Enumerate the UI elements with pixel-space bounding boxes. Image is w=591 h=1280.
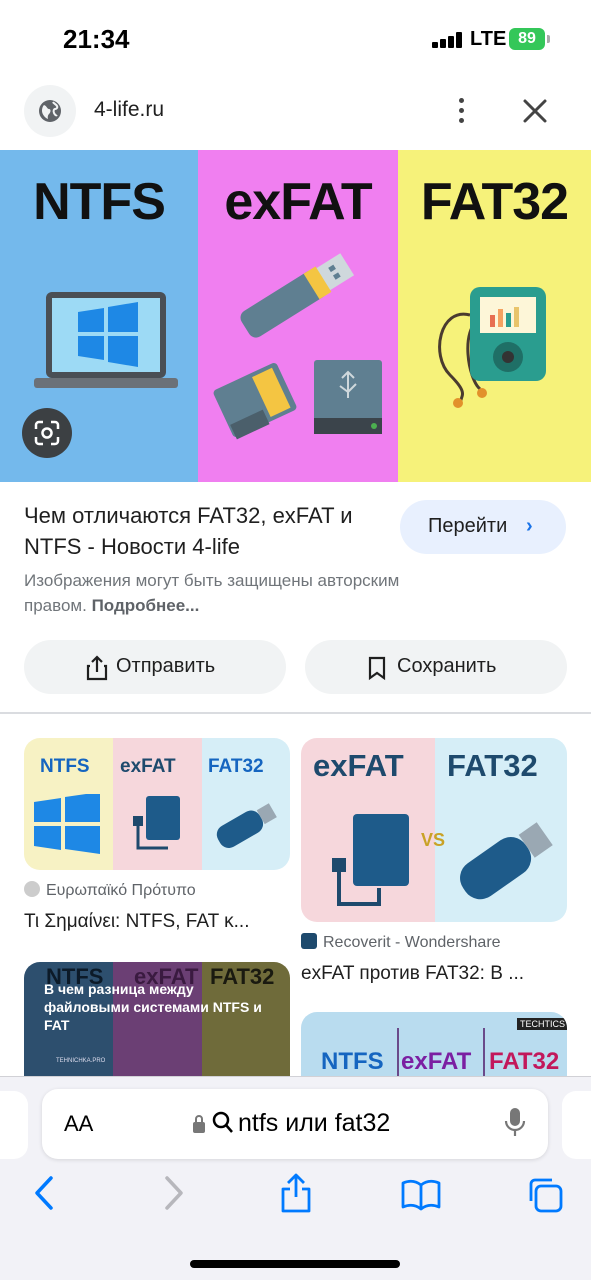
share-icon[interactable]	[280, 1173, 312, 1213]
url-text[interactable]: ntfs или fat32	[238, 1109, 390, 1138]
external-drive-icon	[133, 796, 180, 850]
home-indicator	[190, 1260, 400, 1268]
favicon-icon	[301, 933, 317, 949]
battery-tip	[547, 35, 550, 43]
hero-panel-exfat: exFAT	[198, 150, 398, 482]
reader-settings-button[interactable]: AA	[64, 1111, 93, 1137]
share-label: Отправить	[116, 655, 216, 677]
result-title[interactable]: Чем отличаются FAT32, exFAT и NTFS - Нов…	[24, 500, 384, 562]
card4-badge: TECHTICS	[517, 1018, 567, 1030]
mp3-player-icon	[438, 287, 546, 408]
google-lens-icon[interactable]	[22, 408, 72, 458]
status-bar: 21:34 LTE 89	[0, 0, 591, 80]
favicon-icon	[24, 881, 40, 897]
result-header: 4-life.ru	[0, 82, 591, 142]
card3-watermark: TEHNICHKA.PRO	[56, 1058, 106, 1064]
card2-source-text: Recoverit - Wondershare	[323, 934, 501, 951]
status-time: 21:34	[63, 24, 130, 54]
usb-drive-icon	[460, 822, 553, 900]
card1-title[interactable]: Τι Σημαίνει: NTFS, FAT κ...	[24, 911, 249, 933]
next-tab-peek[interactable]	[562, 1091, 591, 1159]
related-image-3[interactable]: NTFS exFAT FAT32 В чем разница между фай…	[24, 962, 290, 1076]
signal-icon	[432, 32, 464, 48]
goto-button[interactable]: Перейти ›	[400, 500, 566, 554]
card1-label-fat32: FAT32	[208, 756, 264, 777]
browser-toolbar: AA ntfs или fat32	[0, 1076, 591, 1280]
back-icon[interactable]	[32, 1175, 56, 1211]
microphone-icon[interactable]	[504, 1107, 526, 1139]
sd-card-icon	[213, 362, 297, 440]
hero-label-exfat: exFAT	[224, 173, 372, 231]
tabs-icon[interactable]	[527, 1177, 563, 1213]
laptop-icon	[34, 292, 178, 388]
external-drive-icon	[332, 814, 409, 906]
close-icon[interactable]	[518, 94, 552, 128]
share-button[interactable]: Отправить	[24, 640, 286, 694]
share-icon	[86, 655, 108, 681]
card1-label-ntfs: NTFS	[40, 756, 90, 777]
hero-label-fat32: FAT32	[420, 173, 569, 231]
site-domain[interactable]: 4-life.ru	[94, 98, 164, 122]
forward-icon[interactable]	[162, 1175, 186, 1211]
goto-label: Перейти	[428, 515, 508, 537]
windows-logo-icon	[34, 794, 100, 854]
card1-source-text: Ευρωπαϊκό Πρότυπο	[46, 882, 196, 899]
related-image-4[interactable]: NTFS exFAT FAT32 TECHTICS	[301, 1012, 567, 1076]
card1-source: Ευρωπαϊκό Πρότυπο	[24, 881, 196, 900]
copyright-notice: Изображения могут быть защищены авторски…	[24, 568, 464, 618]
bookmark-icon	[368, 656, 386, 681]
card4-label-exfat: exFAT	[401, 1048, 472, 1075]
card4-separator	[397, 1028, 399, 1076]
hero-image[interactable]: NTFS exFAT FAT32	[0, 150, 591, 482]
card2-title[interactable]: exFAT против FAT32: В ...	[301, 963, 524, 985]
save-label: Сохранить	[397, 655, 497, 677]
address-bar[interactable]: AA ntfs или fat32	[42, 1089, 548, 1159]
more-link[interactable]: Подробнее...	[92, 596, 200, 615]
copyright-text: Изображения могут быть защищены авторски…	[24, 571, 400, 615]
card2-label-exfat: exFAT	[313, 748, 404, 783]
previous-tab-peek[interactable]	[0, 1091, 28, 1159]
search-icon	[212, 1111, 233, 1133]
usb-drive-icon	[216, 803, 277, 848]
hero-label-ntfs: NTFS	[33, 173, 166, 231]
network-type: LTE	[470, 28, 507, 50]
related-image-1[interactable]: NTFS exFAT FAT32	[24, 738, 290, 870]
hero-panel-fat32: FAT32	[398, 150, 591, 482]
related-image-2[interactable]: exFAT FAT32 VS	[301, 738, 567, 922]
card4-label-fat32: FAT32	[489, 1048, 560, 1075]
card2-label-vs: VS	[421, 830, 446, 850]
hard-drive-icon	[314, 360, 382, 434]
lock-icon	[193, 1115, 205, 1133]
card3-caption: В чем разница между файловыми системами …	[44, 981, 262, 1033]
card2-source: Recoverit - Wondershare	[301, 933, 501, 952]
battery-icon: 89	[509, 28, 545, 50]
section-divider	[0, 712, 591, 714]
card1-label-exfat: exFAT	[120, 756, 176, 777]
globe-icon	[24, 85, 76, 137]
more-options-icon[interactable]	[446, 94, 478, 126]
save-button[interactable]: Сохранить	[305, 640, 567, 694]
bookmarks-icon[interactable]	[401, 1179, 441, 1211]
chevron-right-icon: ›	[526, 515, 533, 537]
card2-label-fat32: FAT32	[447, 748, 538, 783]
card4-separator	[483, 1028, 485, 1076]
usb-stick-icon	[240, 253, 355, 338]
card4-label-ntfs: NTFS	[321, 1048, 384, 1075]
